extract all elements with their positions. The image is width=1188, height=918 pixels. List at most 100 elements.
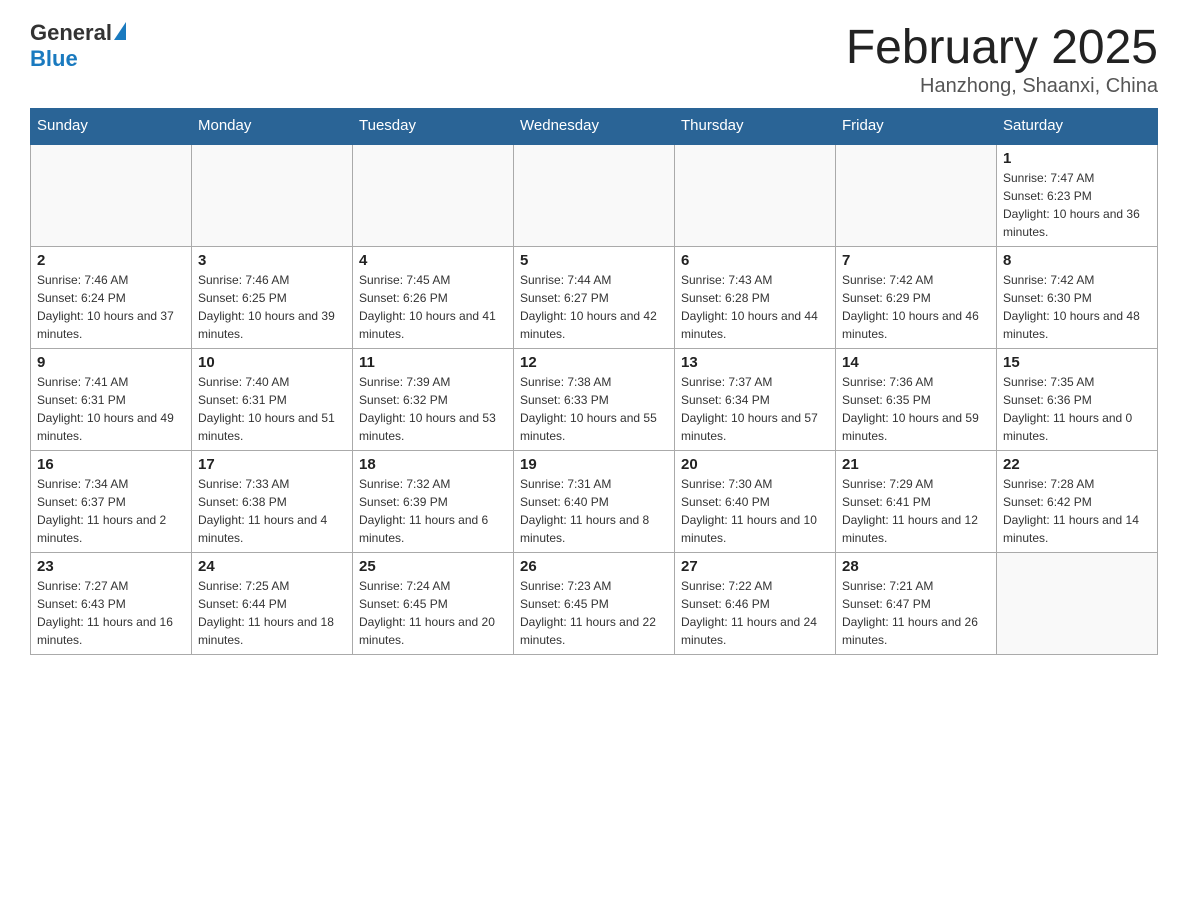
calendar-week-row: 16Sunrise: 7:34 AM Sunset: 6:37 PM Dayli… (31, 451, 1158, 553)
calendar-week-row: 2 Sunrise: 7:46 AM Sunset: 6:24 PM Daylig… (31, 247, 1158, 349)
day-number: 3 (198, 252, 346, 269)
day-info: Sunrise: 7:35 AM Sunset: 6:36 PM Dayligh… (1003, 373, 1151, 445)
day-info: Sunrise: 7:36 AM Sunset: 6:35 PM Dayligh… (842, 373, 990, 445)
day-number: 28 (842, 558, 990, 575)
day-number: 26 (520, 558, 668, 575)
day-info: Sunrise: 7:46 AM Sunset: 6:25 PM Dayligh… (198, 271, 346, 343)
day-number: 27 (681, 558, 829, 575)
day-info: Sunrise: 7:21 AM Sunset: 6:47 PM Dayligh… (842, 577, 990, 649)
logo-blue-text: Blue (30, 46, 78, 72)
day-info: Sunrise: 7:39 AM Sunset: 6:32 PM Dayligh… (359, 373, 507, 445)
day-info: Sunrise: 7:38 AM Sunset: 6:33 PM Dayligh… (520, 373, 668, 445)
location: Hanzhong, Shaanxi, China (846, 75, 1158, 98)
day-number: 16 (37, 456, 185, 473)
calendar-cell: 27 Sunrise: 7:22 AM Sunset: 6:46 PM Dayli… (675, 553, 836, 655)
day-info: Sunrise: 7:24 AM Sunset: 6:45 PM Dayligh… (359, 577, 507, 649)
day-of-week-header: Friday (836, 109, 997, 144)
day-info: Sunrise: 7:29 AM Sunset: 6:41 PM Dayligh… (842, 475, 990, 547)
calendar-cell: 2 Sunrise: 7:46 AM Sunset: 6:24 PM Daylig… (31, 247, 192, 349)
day-info: Sunrise: 7:32 AM Sunset: 6:39 PM Dayligh… (359, 475, 507, 547)
calendar-cell: 14 Sunrise: 7:36 AM Sunset: 6:35 PM Dayli… (836, 349, 997, 451)
day-number: 21 (842, 456, 990, 473)
day-info: Sunrise: 7:42 AM Sunset: 6:30 PM Dayligh… (1003, 271, 1151, 343)
day-info: Sunrise: 7:27 AM Sunset: 6:43 PM Dayligh… (37, 577, 185, 649)
day-number: 5 (520, 252, 668, 269)
day-of-week-header: Tuesday (353, 109, 514, 144)
day-number: 9 (37, 354, 185, 371)
day-info: Sunrise: 7:46 AM Sunset: 6:24 PM Dayligh… (37, 271, 185, 343)
day-number: 25 (359, 558, 507, 575)
calendar-cell: 1Sunrise: 7:47 AM Sunset: 6:23 PM Daylig… (997, 144, 1158, 247)
calendar-cell: 4 Sunrise: 7:45 AM Sunset: 6:26 PM Daylig… (353, 247, 514, 349)
calendar-cell: 6Sunrise: 7:43 AM Sunset: 6:28 PM Daylig… (675, 247, 836, 349)
day-info: Sunrise: 7:40 AM Sunset: 6:31 PM Dayligh… (198, 373, 346, 445)
day-number: 10 (198, 354, 346, 371)
calendar-cell (514, 144, 675, 247)
calendar-cell (997, 553, 1158, 655)
day-number: 15 (1003, 354, 1151, 371)
calendar-cell: 8 Sunrise: 7:42 AM Sunset: 6:30 PM Daylig… (997, 247, 1158, 349)
day-number: 20 (681, 456, 829, 473)
logo-general: General (30, 20, 126, 46)
calendar-cell: 10 Sunrise: 7:40 AM Sunset: 6:31 PM Dayli… (192, 349, 353, 451)
calendar-cell: 25 Sunrise: 7:24 AM Sunset: 6:45 PM Dayli… (353, 553, 514, 655)
day-of-week-header: Monday (192, 109, 353, 144)
calendar-cell: 17 Sunrise: 7:33 AM Sunset: 6:38 PM Dayli… (192, 451, 353, 553)
calendar-cell: 18 Sunrise: 7:32 AM Sunset: 6:39 PM Dayli… (353, 451, 514, 553)
day-info: Sunrise: 7:42 AM Sunset: 6:29 PM Dayligh… (842, 271, 990, 343)
day-info: Sunrise: 7:28 AM Sunset: 6:42 PM Dayligh… (1003, 475, 1151, 547)
calendar-cell: 13 Sunrise: 7:37 AM Sunset: 6:34 PM Dayli… (675, 349, 836, 451)
calendar-cell: 9 Sunrise: 7:41 AM Sunset: 6:31 PM Daylig… (31, 349, 192, 451)
calendar-cell: 11 Sunrise: 7:39 AM Sunset: 6:32 PM Dayli… (353, 349, 514, 451)
day-info: Sunrise: 7:47 AM Sunset: 6:23 PM Dayligh… (1003, 169, 1151, 241)
day-number: 7 (842, 252, 990, 269)
calendar-week-row: 9 Sunrise: 7:41 AM Sunset: 6:31 PM Daylig… (31, 349, 1158, 451)
day-number: 14 (842, 354, 990, 371)
day-number: 4 (359, 252, 507, 269)
day-number: 12 (520, 354, 668, 371)
header-row: SundayMondayTuesdayWednesdayThursdayFrid… (31, 109, 1158, 144)
calendar-table: SundayMondayTuesdayWednesdayThursdayFrid… (30, 108, 1158, 655)
calendar-cell: 16Sunrise: 7:34 AM Sunset: 6:37 PM Dayli… (31, 451, 192, 553)
calendar-body: 1Sunrise: 7:47 AM Sunset: 6:23 PM Daylig… (31, 144, 1158, 655)
day-info: Sunrise: 7:22 AM Sunset: 6:46 PM Dayligh… (681, 577, 829, 649)
day-info: Sunrise: 7:23 AM Sunset: 6:45 PM Dayligh… (520, 577, 668, 649)
calendar-cell: 3 Sunrise: 7:46 AM Sunset: 6:25 PM Daylig… (192, 247, 353, 349)
calendar-cell: 12 Sunrise: 7:38 AM Sunset: 6:33 PM Dayli… (514, 349, 675, 451)
day-number: 22 (1003, 456, 1151, 473)
calendar-cell: 5 Sunrise: 7:44 AM Sunset: 6:27 PM Daylig… (514, 247, 675, 349)
month-title: February 2025 (846, 20, 1158, 75)
calendar-cell (675, 144, 836, 247)
title-section: February 2025 Hanzhong, Shaanxi, China (846, 20, 1158, 98)
day-info: Sunrise: 7:33 AM Sunset: 6:38 PM Dayligh… (198, 475, 346, 547)
calendar-cell: 28 Sunrise: 7:21 AM Sunset: 6:47 PM Dayli… (836, 553, 997, 655)
day-number: 18 (359, 456, 507, 473)
calendar-cell: 19Sunrise: 7:31 AM Sunset: 6:40 PM Dayli… (514, 451, 675, 553)
day-info: Sunrise: 7:45 AM Sunset: 6:26 PM Dayligh… (359, 271, 507, 343)
calendar-cell: 21 Sunrise: 7:29 AM Sunset: 6:41 PM Dayli… (836, 451, 997, 553)
calendar-cell: 26 Sunrise: 7:23 AM Sunset: 6:45 PM Dayli… (514, 553, 675, 655)
page-header: General Blue February 2025 Hanzhong, Sha… (30, 20, 1158, 98)
day-number: 8 (1003, 252, 1151, 269)
day-of-week-header: Sunday (31, 109, 192, 144)
calendar-cell: 22 Sunrise: 7:28 AM Sunset: 6:42 PM Dayli… (997, 451, 1158, 553)
day-info: Sunrise: 7:37 AM Sunset: 6:34 PM Dayligh… (681, 373, 829, 445)
day-number: 6 (681, 252, 829, 269)
calendar-cell: 15 Sunrise: 7:35 AM Sunset: 6:36 PM Dayli… (997, 349, 1158, 451)
day-number: 13 (681, 354, 829, 371)
day-info: Sunrise: 7:44 AM Sunset: 6:27 PM Dayligh… (520, 271, 668, 343)
calendar-cell (192, 144, 353, 247)
day-number: 19 (520, 456, 668, 473)
day-number: 24 (198, 558, 346, 575)
logo: General Blue (30, 20, 126, 72)
day-number: 11 (359, 354, 507, 371)
day-number: 17 (198, 456, 346, 473)
calendar-cell (353, 144, 514, 247)
day-number: 2 (37, 252, 185, 269)
day-info: Sunrise: 7:25 AM Sunset: 6:44 PM Dayligh… (198, 577, 346, 649)
day-info: Sunrise: 7:41 AM Sunset: 6:31 PM Dayligh… (37, 373, 185, 445)
calendar-cell: 20Sunrise: 7:30 AM Sunset: 6:40 PM Dayli… (675, 451, 836, 553)
day-number: 23 (37, 558, 185, 575)
day-of-week-header: Thursday (675, 109, 836, 144)
calendar-week-row: 23 Sunrise: 7:27 AM Sunset: 6:43 PM Dayli… (31, 553, 1158, 655)
